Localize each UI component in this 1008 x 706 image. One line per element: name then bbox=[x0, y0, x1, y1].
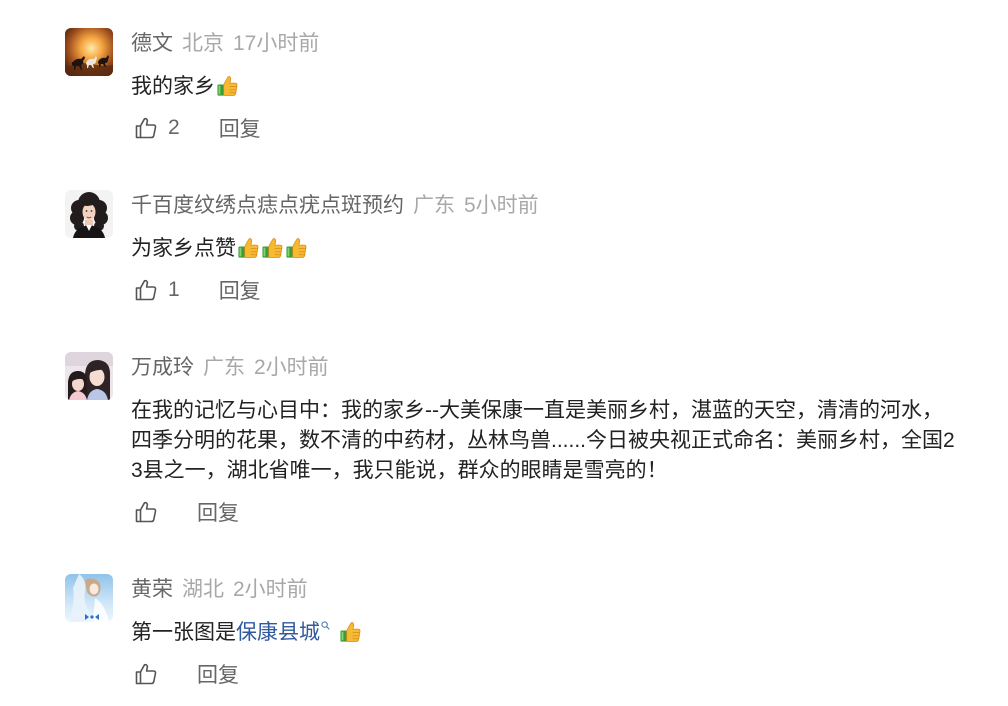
like-count: 1 bbox=[168, 278, 180, 301]
comment-item: 万成玲 广东 2小时前 在我的记忆与心目中：我的家乡--大美保康一直是美丽乡村，湛蓝… bbox=[0, 352, 1008, 527]
comment-item: 黄荣 湖北 2小时前 第一张图是保康县城 回复 bbox=[0, 574, 1008, 689]
like-button[interactable] bbox=[131, 662, 158, 686]
comment-body: 德文 北京 17小时前 我的家乡 2 回复 bbox=[131, 28, 963, 143]
comment-meta: 德文 北京 17小时前 bbox=[131, 28, 963, 60]
comment-text-content: 为家乡点赞 bbox=[131, 237, 236, 260]
like-button[interactable]: 1 bbox=[131, 278, 180, 302]
comment-author-name[interactable]: 黄荣 bbox=[131, 578, 173, 601]
thumbs-up-emoji bbox=[339, 620, 362, 643]
comment-actions: 回复 bbox=[131, 659, 963, 689]
thumbs-up-emoji bbox=[216, 74, 239, 97]
thumbs-up-emoji bbox=[285, 236, 308, 259]
comment-time: 17小时前 bbox=[233, 32, 320, 55]
comment-item: 千百度纹绣点痣点疣点斑预约 广东 5小时前 为家乡点赞 1 回复 bbox=[0, 190, 1008, 305]
avatar[interactable] bbox=[65, 190, 113, 238]
thumbs-up-emoji bbox=[261, 236, 284, 259]
like-button[interactable]: 2 bbox=[131, 116, 180, 140]
like-button[interactable] bbox=[131, 500, 158, 524]
comment-location: 广东 bbox=[203, 356, 245, 379]
comment-location: 北京 bbox=[182, 32, 224, 55]
reply-button[interactable]: 回复 bbox=[197, 659, 239, 689]
comment-list: 德文 北京 17小时前 我的家乡 2 回复 千百度纹绣点痣点疣点斑预约 广东 5… bbox=[0, 0, 1008, 689]
thumbs-up-icon bbox=[134, 662, 158, 686]
comment-time: 5小时前 bbox=[464, 194, 539, 217]
comment-author-name[interactable]: 万成玲 bbox=[131, 356, 194, 379]
avatar[interactable] bbox=[65, 574, 113, 622]
comment-meta: 千百度纹绣点痣点疣点斑预约 广东 5小时前 bbox=[131, 190, 963, 222]
keyword-link-label[interactable]: 保康县城 bbox=[236, 621, 320, 644]
comment-location: 湖北 bbox=[182, 578, 224, 601]
comment-text-content: 我的家乡 bbox=[131, 75, 215, 98]
comment-text-content: 第一张图是 bbox=[131, 621, 236, 644]
comment-time: 2小时前 bbox=[254, 356, 329, 379]
search-icon bbox=[321, 621, 330, 630]
avatar[interactable] bbox=[65, 28, 113, 76]
comment-time: 2小时前 bbox=[233, 578, 308, 601]
comment-author-name[interactable]: 德文 bbox=[131, 32, 173, 55]
comment-text: 在我的记忆与心目中：我的家乡--大美保康一直是美丽乡村，湛蓝的天空，清清的河水，… bbox=[131, 399, 955, 482]
comment-meta: 黄荣 湖北 2小时前 bbox=[131, 574, 963, 606]
like-count: 2 bbox=[168, 116, 180, 139]
comment-actions: 1 回复 bbox=[131, 275, 963, 305]
comment-text: 我的家乡 bbox=[131, 72, 963, 102]
comment-actions: 2 回复 bbox=[131, 113, 963, 143]
thumbs-up-icon bbox=[134, 116, 158, 140]
comment-actions: 回复 bbox=[131, 497, 963, 527]
reply-button[interactable]: 回复 bbox=[219, 113, 261, 143]
comment-item: 德文 北京 17小时前 我的家乡 2 回复 bbox=[0, 28, 1008, 143]
comment-body: 万成玲 广东 2小时前 在我的记忆与心目中：我的家乡--大美保康一直是美丽乡村，湛蓝… bbox=[131, 352, 963, 527]
comment-location: 广东 bbox=[413, 194, 455, 217]
reply-button[interactable]: 回复 bbox=[197, 497, 239, 527]
comment-text: 第一张图是保康县城 bbox=[131, 618, 963, 648]
thumbs-up-icon bbox=[134, 278, 158, 302]
comment-body: 千百度纹绣点痣点疣点斑预约 广东 5小时前 为家乡点赞 1 回复 bbox=[131, 190, 963, 305]
comment-body: 黄荣 湖北 2小时前 第一张图是保康县城 回复 bbox=[131, 574, 963, 689]
thumbs-up-emoji bbox=[237, 236, 260, 259]
thumbs-up-icon bbox=[134, 500, 158, 524]
reply-button[interactable]: 回复 bbox=[219, 275, 261, 305]
keyword-link[interactable]: 保康县城 bbox=[236, 621, 330, 644]
avatar[interactable] bbox=[65, 352, 113, 400]
comment-text: 为家乡点赞 bbox=[131, 234, 963, 264]
comment-author-name[interactable]: 千百度纹绣点痣点疣点斑预约 bbox=[131, 194, 404, 217]
comment-meta: 万成玲 广东 2小时前 bbox=[131, 352, 963, 384]
